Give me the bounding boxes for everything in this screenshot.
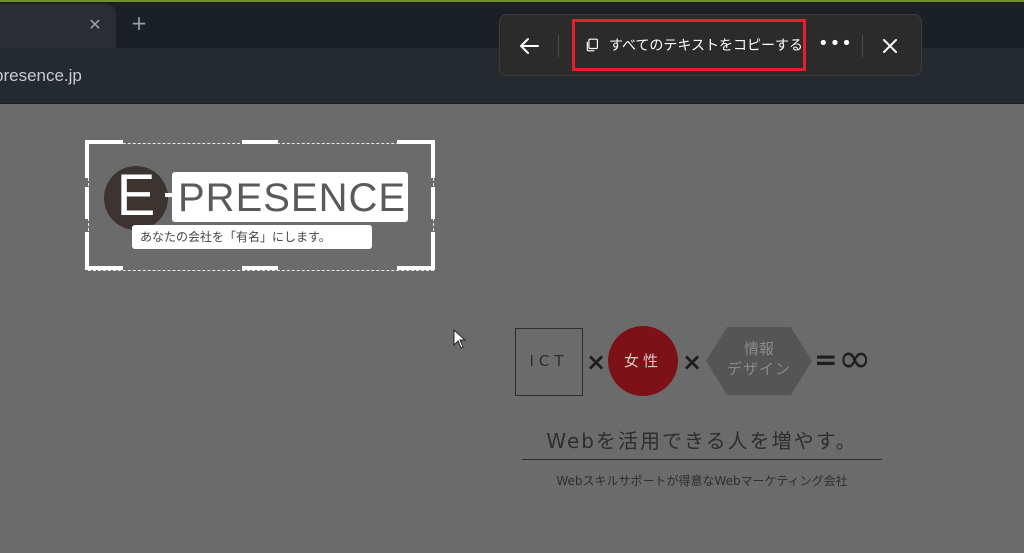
copy-all-text-label: すべてのテキストをコピーする bbox=[608, 38, 803, 54]
selection-handle[interactable] bbox=[431, 187, 435, 219]
selection-handle[interactable] bbox=[397, 140, 435, 144]
arrow-left-icon bbox=[520, 38, 539, 54]
url-text[interactable]: presence.jp bbox=[0, 66, 82, 86]
selection-handle[interactable] bbox=[242, 266, 278, 270]
back-button[interactable] bbox=[514, 31, 544, 61]
times-sign: × bbox=[682, 348, 703, 376]
headline: Webを活用できる人を増やす。 bbox=[546, 429, 858, 453]
toolbar-divider bbox=[862, 35, 863, 57]
selection-handle[interactable] bbox=[85, 140, 89, 178]
equals-sign: = bbox=[814, 343, 838, 376]
close-icon bbox=[883, 39, 897, 53]
selection-handle[interactable] bbox=[431, 140, 435, 178]
subheadline: Webスキルサポートが得意なWebマーケティング会社 bbox=[556, 474, 848, 488]
copy-icon bbox=[586, 38, 598, 52]
woman-label: 女性 bbox=[623, 352, 662, 370]
logo-tagline: あなたの会社を「有名」にします。 bbox=[140, 230, 331, 244]
new-tab-button[interactable]: + bbox=[128, 12, 150, 34]
infinity-sign: ∞ bbox=[838, 336, 872, 382]
info-label: 情報 bbox=[743, 340, 774, 358]
copy-all-text-button[interactable]: すべてのテキストをコピーする bbox=[572, 19, 806, 71]
logo-wordmark: PRESENCE bbox=[178, 176, 407, 220]
selection-handle[interactable] bbox=[85, 187, 89, 219]
close-toolbar-button[interactable] bbox=[875, 31, 905, 61]
times-sign: × bbox=[586, 348, 607, 376]
text-action-toolbar: すべてのテキストをコピーする ••• bbox=[499, 14, 922, 76]
toolbar-divider bbox=[558, 35, 559, 57]
mouse-cursor-icon bbox=[453, 329, 467, 349]
tab-close-icon[interactable]: ✕ bbox=[84, 14, 106, 36]
web-page-content: E PRESENCE あなたの会社を「有名」にします。 ICT × 女性 × 情… bbox=[0, 105, 1024, 553]
selection-handle[interactable] bbox=[85, 266, 123, 270]
active-tab[interactable]: ✕ bbox=[0, 4, 116, 50]
selection-handle[interactable] bbox=[431, 232, 435, 270]
logo-e-letter: E bbox=[116, 163, 156, 228]
ict-label: ICT bbox=[529, 352, 569, 370]
selection-handle[interactable] bbox=[397, 266, 435, 270]
headline-divider bbox=[522, 459, 882, 460]
selection-handle[interactable] bbox=[85, 140, 123, 144]
selection-handle[interactable] bbox=[242, 140, 278, 144]
more-options-icon[interactable]: ••• bbox=[818, 31, 852, 61]
selection-handle[interactable] bbox=[85, 232, 89, 270]
design-label: デザイン bbox=[726, 360, 791, 378]
